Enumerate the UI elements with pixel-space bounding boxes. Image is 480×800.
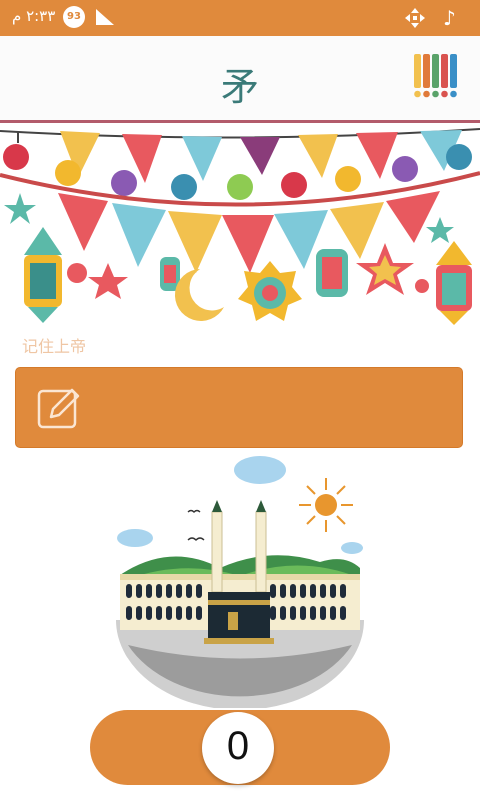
dhikr-hint-label: 记住上帝 xyxy=(22,337,87,356)
color-palette-icon[interactable] xyxy=(412,52,462,102)
tasbih-counter-bar[interactable]: 0 xyxy=(90,710,390,785)
music-note-icon: ♪ xyxy=(443,6,456,30)
light-bulb xyxy=(3,132,29,170)
app-bar: 矛 xyxy=(0,36,480,123)
sun-icon xyxy=(299,478,353,532)
ramadan-festive-banner xyxy=(0,128,480,325)
dhikr-input-field[interactable] xyxy=(15,367,463,448)
counter-button[interactable]: 0 xyxy=(202,712,274,784)
kaaba-mosque-illustration xyxy=(116,456,364,708)
status-time: ٢:٣٣ م xyxy=(12,7,56,25)
battery-badge: 93 xyxy=(63,6,85,28)
app-title: 矛 xyxy=(220,65,259,109)
signal-icon xyxy=(96,9,114,25)
counter-value: 0 xyxy=(226,724,250,768)
drag-move-icon xyxy=(405,8,425,28)
edit-pencil-icon[interactable] xyxy=(36,384,82,430)
status-bar: ٢:٣٣ م 93 ♪ xyxy=(0,0,480,36)
